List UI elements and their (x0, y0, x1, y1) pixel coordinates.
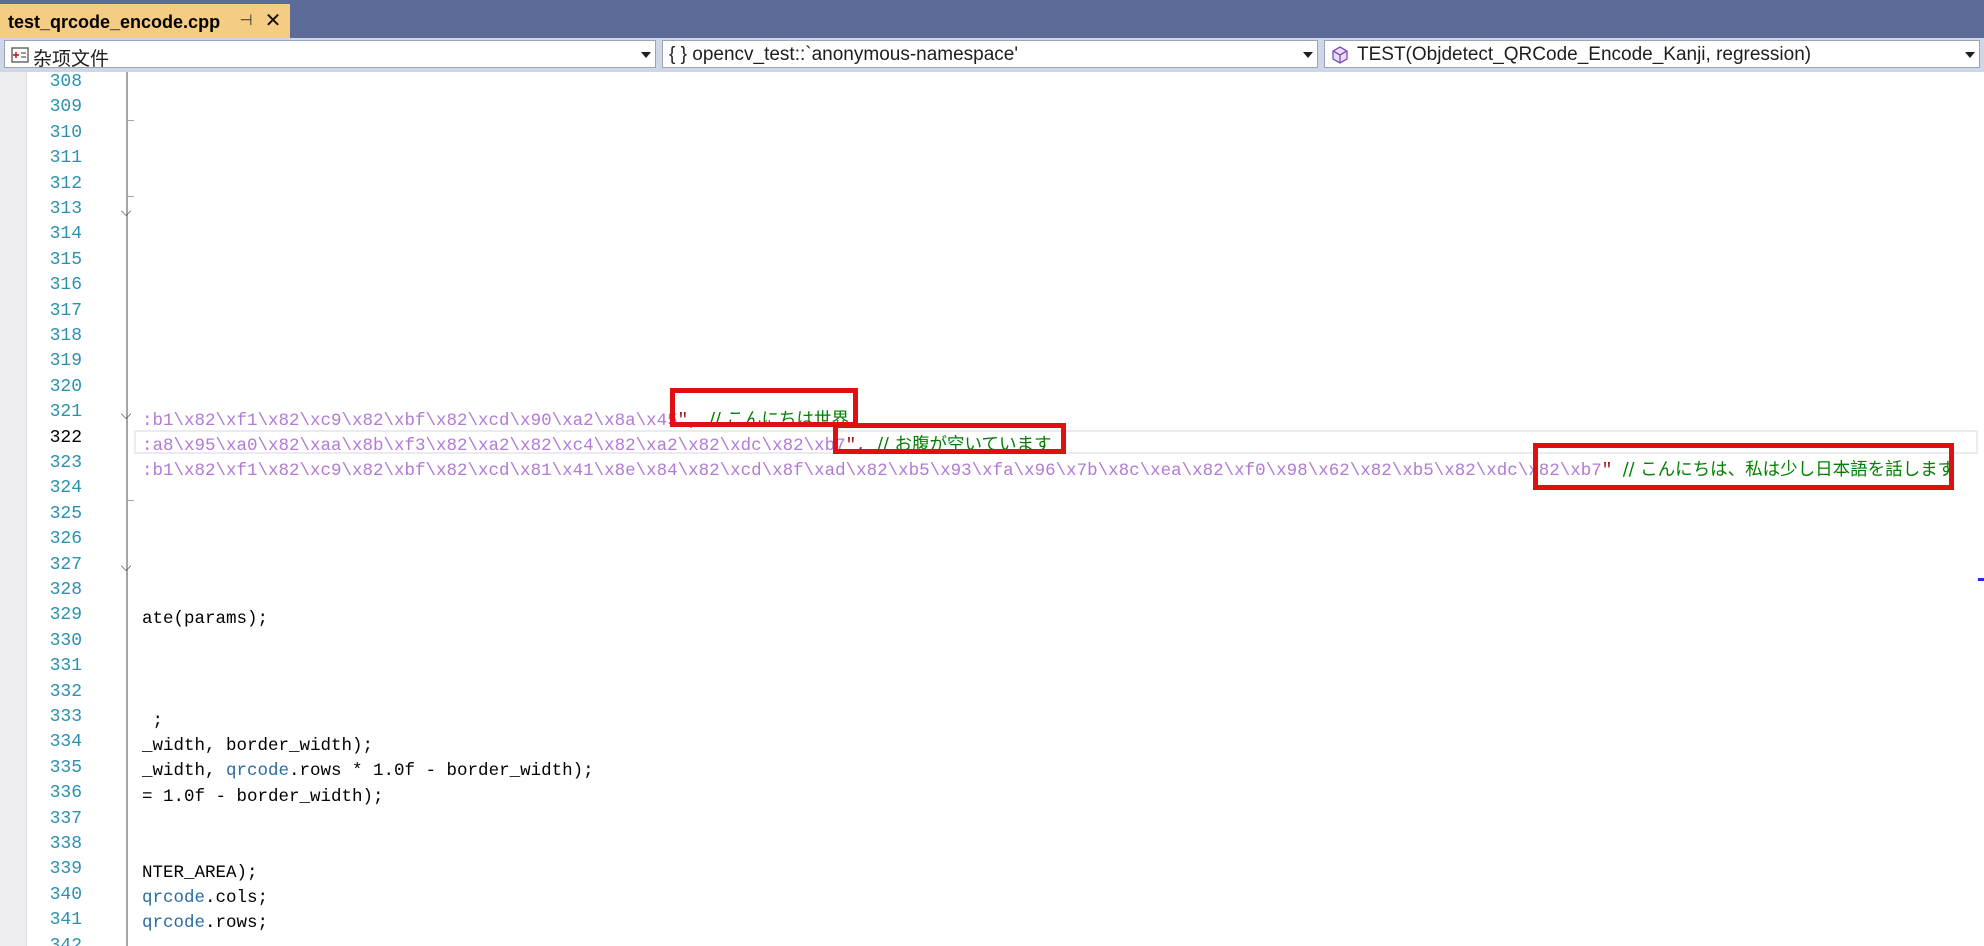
code-text: .rows; (205, 913, 269, 933)
line-number: 324 (49, 478, 82, 499)
line-number: 337 (49, 808, 82, 829)
collapse-chevron-icon[interactable]: ⌵ (118, 203, 134, 219)
line-number: 322 (49, 427, 82, 448)
collapse-chevron-icon[interactable]: ⌵ (118, 558, 134, 574)
code-line-335: _width, qrcode.rows * 1.0f - border_widt… (142, 761, 594, 781)
outline-tick (126, 196, 134, 197)
chevron-down-icon (1965, 52, 1975, 58)
chevron-down-icon (641, 52, 651, 58)
annotation-box (833, 423, 1066, 454)
glyph-margin (0, 72, 27, 946)
line-number: 317 (49, 300, 82, 321)
code-line-334: _width, border_width); (142, 736, 374, 756)
line-number: 328 (49, 580, 82, 600)
line-number: 336 (49, 783, 82, 804)
chevron-down-icon (1303, 52, 1313, 58)
line-number: 329 (49, 605, 82, 626)
annotation-box (670, 388, 858, 427)
line-number: 342 (49, 935, 82, 946)
line-number: 338 (49, 834, 82, 854)
line-number: 308 (49, 72, 82, 92)
string-literal: :b1\x82\xf1\x82\xc9\x82\xbf\x82\xcd\x81\… (142, 461, 1602, 481)
line-number: 330 (49, 630, 82, 651)
outline-tick (126, 500, 134, 501)
line-number: 313 (49, 199, 82, 219)
line-number: 318 (49, 326, 82, 346)
line-number: 315 (49, 249, 82, 270)
document-tab[interactable]: test_qrcode_encode.cpp ⊣ ✕ (0, 4, 290, 38)
scope-dropdown-label: { } opencv_test::`anonymous-namespace' (669, 44, 1019, 65)
code-text: _width, (142, 761, 227, 781)
project-dropdown-label: 杂项文件 (33, 49, 110, 70)
string-literal: :b1\x82\xf1\x82\xc9\x82\xbf\x82\xcd\x90\… (142, 411, 678, 431)
pin-icon[interactable]: ⊣ (236, 10, 256, 32)
scope-dropdown[interactable]: { } opencv_test::`anonymous-namespace' (662, 40, 1318, 68)
line-number: 339 (49, 859, 82, 880)
member-dropdown[interactable]: TEST(Objdetect_QRCode_Encode_Kanji, regr… (1324, 40, 1980, 68)
code-line-341: qrcode.rows; (142, 913, 268, 933)
line-number: 341 (49, 910, 82, 931)
line-number: 340 (49, 884, 82, 905)
line-number: 321 (49, 402, 82, 423)
line-number: 309 (49, 97, 82, 118)
line-number: 326 (49, 529, 82, 550)
outline-tick (126, 120, 134, 121)
document-tab-bar: test_qrcode_encode.cpp ⊣ ✕ (0, 0, 1984, 38)
line-number: 332 (49, 681, 82, 702)
scroll-marker (1978, 578, 1984, 581)
misc-files-icon (11, 47, 29, 63)
tab-title: test_qrcode_encode.cpp (8, 12, 221, 32)
code-line-333: ; (142, 711, 164, 731)
line-number: 316 (49, 275, 82, 296)
code-line-336: = 1.0f - border_width); (142, 787, 384, 807)
line-number: 334 (49, 732, 82, 753)
line-number: 314 (49, 224, 82, 245)
line-number: 331 (49, 656, 82, 677)
member-dropdown-label: TEST(Objdetect_QRCode_Encode_Kanji, regr… (1357, 44, 1812, 65)
code-line-329: ate(params); (142, 609, 269, 629)
code-line-339: NTER_AREA); (142, 863, 258, 883)
code-text: .cols; (205, 888, 269, 908)
line-number: 311 (49, 148, 82, 169)
identifier: qrcode (226, 761, 290, 781)
collapse-chevron-icon[interactable]: ⌵ (118, 406, 134, 422)
annotation-box (1533, 443, 1954, 490)
close-icon[interactable]: ✕ (262, 10, 284, 32)
line-number: 312 (49, 173, 82, 194)
identifier: qrcode (142, 913, 206, 933)
line-number: 323 (49, 453, 82, 473)
code-text: .rows * 1.0f - border_width); (289, 761, 594, 781)
line-number: 325 (49, 503, 82, 524)
line-number: 333 (49, 707, 82, 727)
navigation-bar: 杂项文件 { } opencv_test::`anonymous-namespa… (0, 38, 1984, 72)
string-literal: :a8\x95\xa0\x82\xaa\x8b\xf3\x82\xa2\x82\… (142, 436, 846, 456)
line-number: 335 (49, 757, 82, 778)
cube-icon (1332, 46, 1348, 64)
project-dropdown[interactable]: 杂项文件 (4, 40, 656, 70)
code-line-340: qrcode.cols; (142, 888, 268, 908)
line-number: 319 (49, 351, 82, 372)
line-number: 327 (49, 554, 82, 575)
identifier: qrcode (142, 888, 206, 908)
line-number: 310 (49, 122, 82, 143)
line-number: 320 (49, 376, 82, 397)
code-editor[interactable]: 308 309 310 311 312 313 314 315 316 317 318 319 320 3… (0, 72, 1984, 946)
